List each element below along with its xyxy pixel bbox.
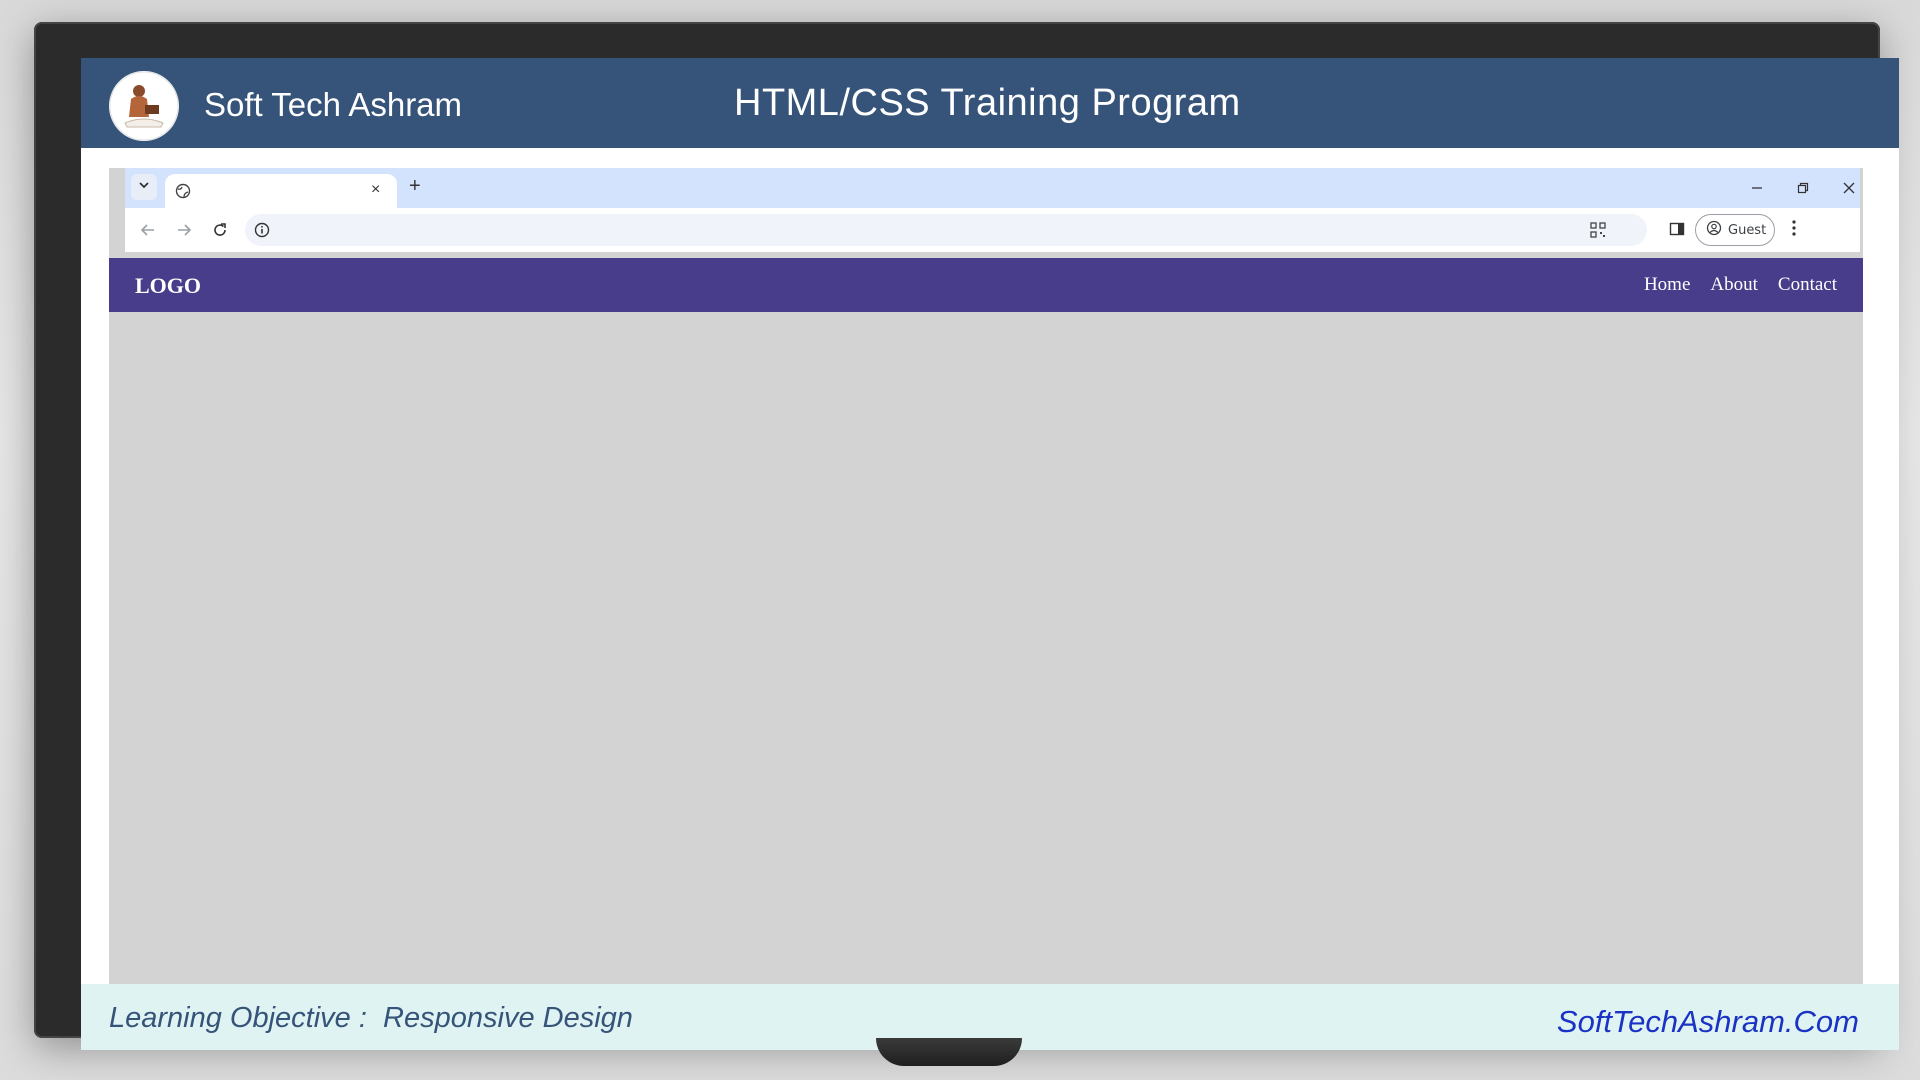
tab-strip: × +: [125, 168, 1860, 208]
qr-code-icon[interactable]: [1589, 221, 1607, 239]
page-content-area: [109, 312, 1863, 1018]
objective-label: Learning Objective :: [109, 1002, 384, 1034]
site-logo[interactable]: LOGO: [135, 273, 201, 299]
monitor-frame: Soft Tech Ashram HTML/CSS Training Progr…: [34, 22, 1899, 1050]
browser-toolbar: Guest: [125, 208, 1860, 252]
site-navbar: LOGO Home About Contact: [109, 258, 1863, 312]
learning-objective: Learning Objective : Responsive Design: [109, 1002, 633, 1035]
monitor-screen: Soft Tech Ashram HTML/CSS Training Progr…: [81, 58, 1899, 1050]
minimize-icon[interactable]: [1745, 176, 1769, 200]
guest-profile-button[interactable]: Guest: [1695, 214, 1775, 246]
chevron-down-icon: [138, 178, 150, 196]
plus-icon[interactable]: +: [409, 176, 421, 196]
browser-tab[interactable]: ×: [165, 174, 397, 208]
nav-link-about[interactable]: About: [1710, 274, 1758, 296]
site-nav-links: Home About Contact: [1644, 274, 1837, 296]
globe-icon: [175, 183, 191, 204]
objective-value: Responsive Design: [383, 1002, 633, 1034]
back-icon[interactable]: [137, 219, 159, 241]
restore-icon[interactable]: [1791, 176, 1815, 200]
nav-link-contact[interactable]: Contact: [1778, 274, 1837, 296]
more-menu-icon[interactable]: [1791, 219, 1797, 242]
website-link[interactable]: SoftTechAshram.Com: [1557, 1004, 1859, 1040]
profile-icon: [1706, 220, 1722, 241]
close-icon[interactable]: ×: [371, 181, 380, 199]
address-bar[interactable]: [245, 214, 1647, 246]
course-banner: Soft Tech Ashram HTML/CSS Training Progr…: [81, 58, 1899, 148]
program-title: HTML/CSS Training Program: [734, 82, 1241, 124]
brand-name: Soft Tech Ashram: [204, 86, 463, 123]
nav-link-home[interactable]: Home: [1644, 274, 1690, 296]
ashram-logo: [109, 71, 179, 141]
info-icon[interactable]: [253, 221, 271, 239]
reload-icon[interactable]: [209, 219, 231, 241]
guest-label: Guest: [1728, 222, 1767, 238]
monitor-stand: [876, 1038, 1022, 1066]
tab-search-button[interactable]: [131, 174, 157, 200]
side-panel-icon[interactable]: [1669, 221, 1685, 242]
window-close-icon[interactable]: [1837, 176, 1861, 200]
browser-window: × + Guest LOGO Home About Contact: [109, 168, 1863, 1018]
forward-icon[interactable]: [173, 219, 195, 241]
